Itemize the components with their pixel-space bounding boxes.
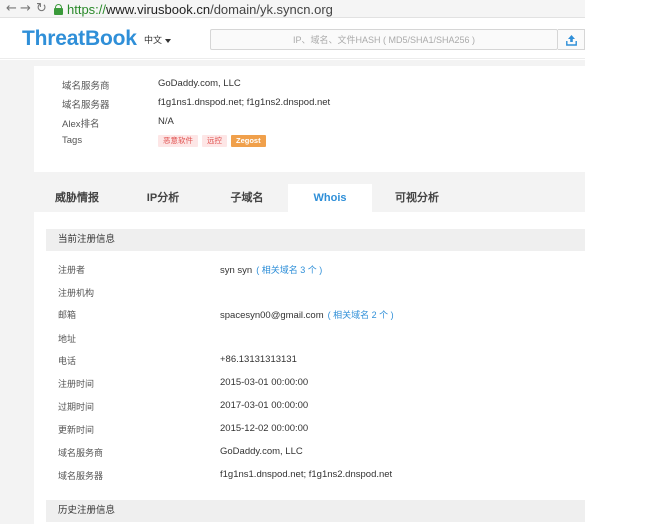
whois-value: 2015-03-01 00:00:00	[220, 377, 309, 388]
whois-label: 域名服务器	[58, 471, 104, 481]
url-field[interactable]: https:// www.virusbook.cn/domain/yk.sync…	[54, 1, 585, 17]
whois-label: 注册者	[58, 265, 86, 275]
forward-icon[interactable]: →	[20, 1, 31, 16]
tab-subdomains[interactable]: 子域名	[204, 184, 290, 212]
whois-value: GoDaddy.com, LLC	[220, 446, 303, 457]
whois-row-phone: 电话 +86.13131313131	[58, 354, 578, 368]
domain-info-card: 域名服务商 GoDaddy.com, LLC 域名服务器 f1g1ns1.dns…	[34, 66, 585, 172]
site-header: ThreatBook 中文	[0, 19, 585, 59]
whois-row-registrant: 注册者 syn syn( 相关域名 3 个 )	[58, 263, 578, 277]
whois-value: f1g1ns1.dnspod.net; f1g1ns2.dnspod.net	[220, 469, 393, 480]
whois-label: 电话	[58, 356, 77, 366]
whois-row-registrar: 域名服务商 GoDaddy.com, LLC	[58, 446, 578, 460]
chevron-down-icon	[165, 38, 172, 43]
whois-value: 2017-03-01 00:00:00	[220, 400, 309, 411]
browser-address-bar: ← → ↻ https:// www.virusbook.cn/domain/y…	[0, 0, 585, 18]
url-path: /domain/yk.syncn.org	[210, 1, 333, 17]
tag-malware[interactable]: 恶意软件	[158, 135, 198, 147]
tab-bar: 威胁情报 IP分析 子域名 Whois 可视分析	[34, 184, 585, 212]
whois-value: syn syn	[220, 265, 253, 276]
tag-zegost[interactable]: Zegost	[231, 135, 266, 147]
whois-value: 2015-12-02 00:00:00	[220, 423, 309, 434]
threatbook-logo[interactable]: ThreatBook	[22, 27, 137, 51]
whois-row-created: 注册时间 2015-03-01 00:00:00	[58, 377, 578, 391]
whois-row-nameservers: 域名服务器 f1g1ns1.dnspod.net; f1g1ns2.dnspod…	[58, 469, 578, 483]
language-label: 中文	[144, 35, 163, 45]
upload-icon	[566, 35, 577, 46]
tab-threat-intel[interactable]: 威胁情报	[34, 184, 120, 212]
upload-button[interactable]	[558, 29, 585, 50]
tab-visual-analysis[interactable]: 可视分析	[374, 184, 460, 212]
tab-whois[interactable]: Whois	[288, 184, 372, 212]
whois-label: 更新时间	[58, 425, 95, 435]
whois-row-email: 邮箱 spacesyn00@gmail.com ( 相关域名 2 个 )	[58, 308, 578, 322]
current-registration-title: 当前注册信息	[46, 229, 585, 251]
tag-remote-control[interactable]: 远控	[202, 135, 227, 147]
info-value: N/A	[158, 116, 174, 127]
search-box	[210, 29, 558, 50]
info-value: f1g1ns1.dnspod.net; f1g1ns2.dnspod.net	[158, 97, 331, 108]
url-host: www.virusbook.cn	[106, 1, 211, 17]
info-value: GoDaddy.com, LLC	[158, 78, 241, 89]
reload-icon[interactable]: ↻	[36, 1, 47, 16]
whois-label: 邮箱	[58, 310, 77, 320]
whois-value: +86.13131313131	[220, 354, 297, 365]
whois-panel: 当前注册信息 注册者 syn syn( 相关域名 3 个 ) 注册机构 邮箱 s…	[34, 212, 585, 524]
info-label: 域名服务器	[62, 100, 110, 111]
info-label: 域名服务商	[62, 81, 110, 92]
whois-row-address: 地址	[58, 332, 578, 346]
whois-row-updated: 更新时间 2015-12-02 00:00:00	[58, 423, 578, 437]
whois-label: 注册时间	[58, 379, 95, 389]
tab-ip-analysis[interactable]: IP分析	[120, 184, 206, 212]
tags-label: Tags	[62, 135, 83, 146]
related-domains-link[interactable]: ( 相关域名 3 个 )	[256, 265, 322, 275]
info-label: Alex排名	[62, 119, 100, 130]
whois-value: spacesyn00@gmail.com	[220, 310, 324, 321]
language-selector[interactable]: 中文	[144, 33, 172, 46]
whois-row-organization: 注册机构	[58, 286, 578, 300]
back-icon[interactable]: ←	[6, 1, 17, 16]
whois-label: 域名服务商	[58, 448, 104, 458]
search-input[interactable]	[211, 30, 557, 50]
whois-label: 注册机构	[58, 288, 95, 298]
history-registration-title: 历史注册信息	[46, 500, 585, 522]
whois-label: 过期时间	[58, 402, 95, 412]
related-domains-link[interactable]: ( 相关域名 2 个 )	[328, 310, 394, 320]
lock-icon	[54, 3, 63, 15]
whois-label: 地址	[58, 334, 77, 344]
whois-row-expires: 过期时间 2017-03-01 00:00:00	[58, 400, 578, 414]
url-scheme: https://	[67, 1, 107, 17]
